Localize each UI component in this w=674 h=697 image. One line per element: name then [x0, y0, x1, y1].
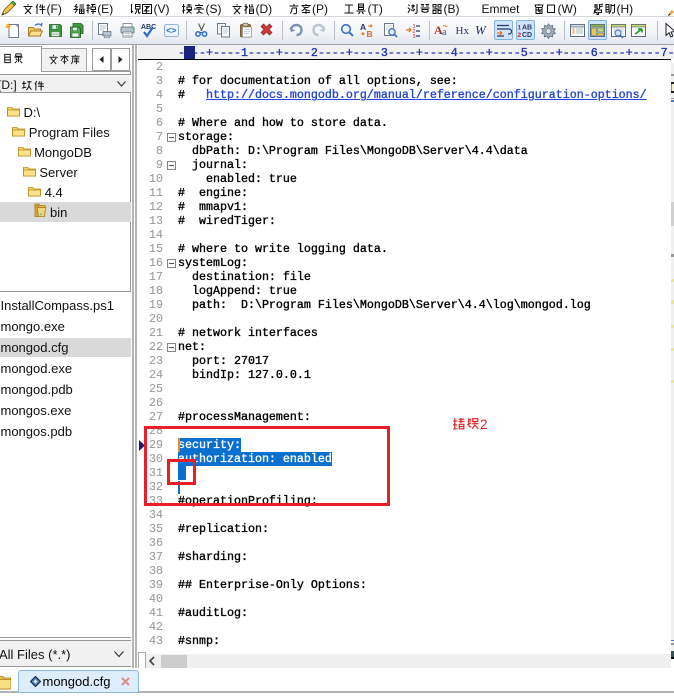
svg-text:<>: <> [166, 25, 177, 35]
svg-text:a: a [442, 27, 447, 38]
svg-text:CD: CD [522, 32, 532, 39]
svg-text:Hx: Hx [456, 25, 470, 37]
svg-text:1: 1 [517, 24, 521, 31]
svg-text:ABC: ABC [141, 24, 156, 31]
svg-text:W: W [475, 22, 487, 37]
svg-text:3: 3 [413, 34, 416, 39]
svg-text:A: A [360, 22, 366, 32]
svg-text:2: 2 [517, 32, 521, 39]
svg-text:AB: AB [522, 24, 532, 31]
svg-text:B: B [367, 29, 373, 39]
